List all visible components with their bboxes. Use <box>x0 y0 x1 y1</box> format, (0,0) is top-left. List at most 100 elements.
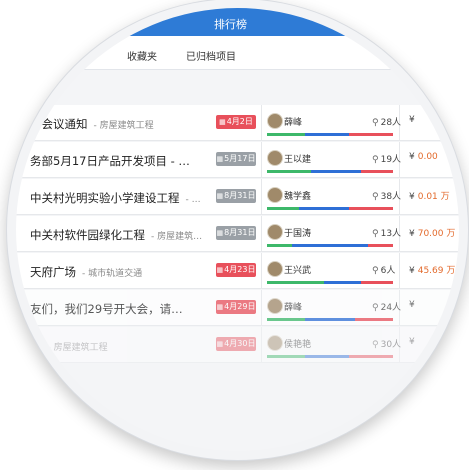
progress-segment <box>267 355 305 358</box>
due-date-text: 4月2日 <box>226 117 253 126</box>
member-count: ⚲ 30人 <box>372 337 401 350</box>
table-row[interactable]: 日会议通知 - 房屋建筑工程 ▦4月2日 薛峰 ⚲ 28人 ¥ <box>16 105 459 141</box>
project-category: - 城市轨道交通 <box>82 269 143 279</box>
user-icon: ⚲ <box>372 155 379 165</box>
budget-amount: 0.01 万 <box>417 192 450 202</box>
project-name[interactable]: 友们，我们29号开大会，请… <box>30 302 183 316</box>
avatar <box>267 335 283 351</box>
member-count-text: 24人 <box>380 303 402 313</box>
table-row[interactable]: 务部5月17日产品开发项目 - … ▦5月17日 王以建 ⚲ 19人 ¥0.00 <box>16 142 459 178</box>
member-count-text: 30人 <box>380 340 402 350</box>
due-date-badge: ▦4月30日 <box>216 337 256 351</box>
progress-segment <box>304 355 349 358</box>
currency-symbol: ¥ <box>409 192 415 202</box>
table-row[interactable]: 中关村光明实验小学建设工程 - … ▦8月31日 魏学鑫 ⚲ 38人 ¥0.01 万 <box>16 179 459 215</box>
due-date-badge: ▦4月2日 <box>216 115 256 129</box>
project-title[interactable]: 日会议通知 - 房屋建筑工程 <box>30 116 154 132</box>
budget: ¥70.00 万 <box>409 226 455 239</box>
budget-amount: 45.69 万 <box>417 266 456 276</box>
top-nav: 排行榜 <box>16 8 459 36</box>
calendar-icon: ▦ <box>216 303 224 311</box>
column-divider <box>261 142 262 177</box>
due-date-badge: ▦5月17日 <box>216 152 256 166</box>
budget: ¥ <box>409 337 418 347</box>
project-title[interactable]: 际 - 房屋建筑工程 <box>30 338 108 354</box>
magnifier-lens: 排行榜 收藏夹 已归档项目 日会议通知 - 房屋建筑工程 ▦4月2日 薛峰 ⚲ 28人 ¥ 务… <box>16 8 459 451</box>
progress-segment <box>348 207 393 210</box>
project-name[interactable]: 日会议通知 <box>30 117 88 131</box>
member-count-text: 19人 <box>380 155 402 165</box>
due-date-text: 5月17日 <box>224 154 256 163</box>
project-title[interactable]: 友们，我们29号开大会，请… <box>30 301 189 317</box>
user-icon: ⚲ <box>372 192 379 202</box>
progress-bar <box>267 170 393 173</box>
owner-name[interactable]: 侯艳艳 <box>284 337 311 350</box>
due-date-text: 8月31日 <box>224 191 256 200</box>
owner-name[interactable]: 薛峰 <box>284 115 302 128</box>
progress-segment <box>267 207 299 210</box>
progress-segment <box>361 281 393 284</box>
member-count: ⚲ 24人 <box>372 300 401 313</box>
user-icon: ⚲ <box>372 340 379 350</box>
calendar-icon: ▦ <box>216 266 224 274</box>
currency-symbol: ¥ <box>409 300 415 310</box>
owner-name[interactable]: 王以建 <box>284 152 311 165</box>
currency-symbol: ¥ <box>409 152 415 162</box>
member-count-text: 28人 <box>380 118 402 128</box>
table-row[interactable]: 中关村软件园绿化工程 - 房屋建筑… ▦8月31日 于国涛 ⚲ 13人 ¥70.00 万 <box>16 216 459 252</box>
user-icon: ⚲ <box>372 118 379 128</box>
tab-favorites[interactable]: 收藏夹 <box>127 48 157 63</box>
member-count-text: 6人 <box>380 266 396 276</box>
table-row[interactable]: 友们，我们29号开大会，请… ▦4月29日 薛峰 ⚲ 24人 ¥ <box>16 290 459 326</box>
owner-name[interactable]: 于国涛 <box>284 226 311 239</box>
calendar-icon: ▦ <box>216 192 224 200</box>
project-title[interactable]: 中关村软件园绿化工程 - 房屋建筑… <box>30 227 202 243</box>
owner-name[interactable]: 王兴武 <box>284 263 311 276</box>
user-icon: ⚲ <box>372 229 379 239</box>
column-divider <box>261 105 262 140</box>
project-title[interactable]: 天府广场 - 城市轨道交通 <box>30 264 142 280</box>
project-name[interactable]: 务部5月17日产品开发项目 - … <box>30 154 190 168</box>
currency-symbol: ¥ <box>409 115 415 125</box>
progress-segment <box>267 281 324 284</box>
column-divider <box>261 253 262 288</box>
due-date-text: 4月23日 <box>224 265 256 274</box>
tab-archived[interactable]: 已归档项目 <box>186 48 236 63</box>
calendar-icon: ▦ <box>216 340 224 348</box>
progress-segment <box>267 170 312 173</box>
owner-name[interactable]: 薛峰 <box>284 300 302 313</box>
table-row[interactable]: 际 - 房屋建筑工程 ▦4月30日 侯艳艳 ⚲ 30人 ¥ <box>16 327 459 363</box>
progress-segment <box>361 170 393 173</box>
sub-nav: 收藏夹 已归档项目 <box>16 36 459 70</box>
avatar <box>267 187 283 203</box>
column-divider <box>261 327 262 362</box>
project-title[interactable]: 务部5月17日产品开发项目 - … <box>30 153 196 169</box>
tab-ranking[interactable]: 排行榜 <box>214 16 247 32</box>
due-date-text: 8月31日 <box>224 228 256 237</box>
project-name[interactable]: 际 <box>30 339 42 353</box>
progress-segment <box>367 244 393 247</box>
calendar-icon: ▦ <box>216 229 224 237</box>
table-row[interactable]: 天府广场 - 城市轨道交通 ▦4月23日 王兴武 ⚲ 6人 ¥45.69 万 <box>16 253 459 289</box>
project-title[interactable]: 中关村光明实验小学建设工程 - … <box>30 190 201 206</box>
progress-segment <box>292 244 368 247</box>
avatar <box>267 298 283 314</box>
calendar-icon: ▦ <box>219 118 226 126</box>
project-name[interactable]: 中关村光明实验小学建设工程 <box>30 191 180 205</box>
currency-symbol: ¥ <box>409 229 415 239</box>
owner-name[interactable]: 魏学鑫 <box>284 189 311 202</box>
progress-segment <box>304 133 349 136</box>
progress-segment <box>323 281 362 284</box>
column-divider <box>261 179 262 214</box>
progress-segment <box>304 318 356 321</box>
app-canvas: 排行榜 收藏夹 已归档项目 日会议通知 - 房屋建筑工程 ▦4月2日 薛峰 ⚲ 28人 ¥ 务… <box>16 8 459 451</box>
column-divider <box>399 253 400 288</box>
progress-segment <box>267 244 293 247</box>
project-name[interactable]: 天府广场 <box>30 265 76 279</box>
currency-symbol: ¥ <box>409 337 415 347</box>
column-divider <box>261 216 262 251</box>
avatar <box>267 150 283 166</box>
budget: ¥0.01 万 <box>409 189 450 202</box>
project-name[interactable]: 中关村软件园绿化工程 <box>30 228 145 242</box>
column-divider <box>261 290 262 325</box>
